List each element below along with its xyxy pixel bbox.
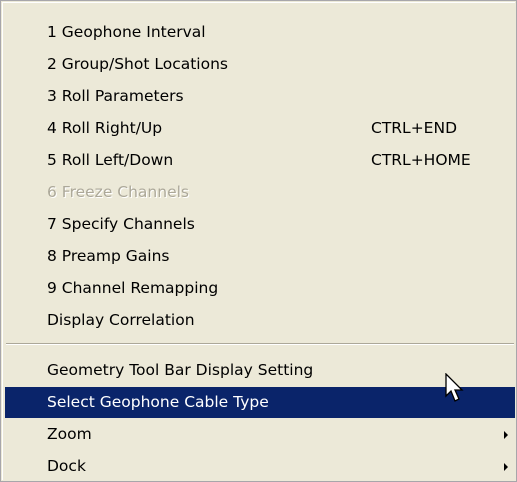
menu-item-display-correlation[interactable]: Display Correlation xyxy=(5,305,515,336)
menu-item-label: 5 Roll Left/Down xyxy=(47,151,174,169)
menu-item-label: 6 Freeze Channels xyxy=(47,183,189,201)
menu-item-label: 8 Preamp Gains xyxy=(47,247,170,265)
menu-item-label: 2 Group/Shot Locations xyxy=(47,55,228,73)
context-menu: 1 Geophone Interval 2 Group/Shot Locatio… xyxy=(0,0,517,482)
menu-separator xyxy=(6,343,514,345)
menu-item-roll-parameters[interactable]: 3 Roll Parameters xyxy=(5,81,515,112)
chevron-right-icon xyxy=(504,463,508,471)
menu-item-roll-left-down[interactable]: 5 Roll Left/Down CTRL+HOME xyxy=(5,145,515,176)
menu-item-freeze-channels: 6 Freeze Channels xyxy=(5,177,515,208)
menu-inner: 1 Geophone Interval 2 Group/Shot Locatio… xyxy=(2,2,515,480)
menu-item-channel-remapping[interactable]: 9 Channel Remapping xyxy=(5,273,515,304)
menu-item-shortcut: CTRL+END xyxy=(371,119,458,137)
menu-item-label: 9 Channel Remapping xyxy=(47,279,219,297)
separator-light-line xyxy=(6,344,514,345)
menu-item-dock[interactable]: Dock xyxy=(5,451,515,482)
menu-item-geometry-toolbar-display-setting[interactable]: Geometry Tool Bar Display Setting xyxy=(5,355,515,386)
menu-item-label: Dock xyxy=(47,457,86,475)
chevron-right-icon xyxy=(504,431,508,439)
menu-item-label: Geometry Tool Bar Display Setting xyxy=(47,361,314,379)
menu-item-group-shot-locations[interactable]: 2 Group/Shot Locations xyxy=(5,49,515,80)
menu-item-geophone-interval[interactable]: 1 Geophone Interval xyxy=(5,17,515,48)
menu-item-label: 4 Roll Right/Up xyxy=(47,119,163,137)
menu-item-label: Select Geophone Cable Type xyxy=(47,393,269,411)
mouse-pointer-icon xyxy=(445,373,464,402)
menu-item-roll-right-up[interactable]: 4 Roll Right/Up CTRL+END xyxy=(5,113,515,144)
menu-item-label: Zoom xyxy=(47,425,92,443)
menu-item-select-geophone-cable-type[interactable]: Select Geophone Cable Type xyxy=(5,387,515,418)
menu-item-label: 1 Geophone Interval xyxy=(47,23,206,41)
menu-item-shortcut: CTRL+HOME xyxy=(371,151,471,169)
menu-item-label: 3 Roll Parameters xyxy=(47,87,184,105)
menu-item-zoom[interactable]: Zoom xyxy=(5,419,515,450)
menu-item-label: Display Correlation xyxy=(47,311,195,329)
menu-item-specify-channels[interactable]: 7 Specify Channels xyxy=(5,209,515,240)
menu-item-label: 7 Specify Channels xyxy=(47,215,195,233)
menu-item-preamp-gains[interactable]: 8 Preamp Gains xyxy=(5,241,515,272)
